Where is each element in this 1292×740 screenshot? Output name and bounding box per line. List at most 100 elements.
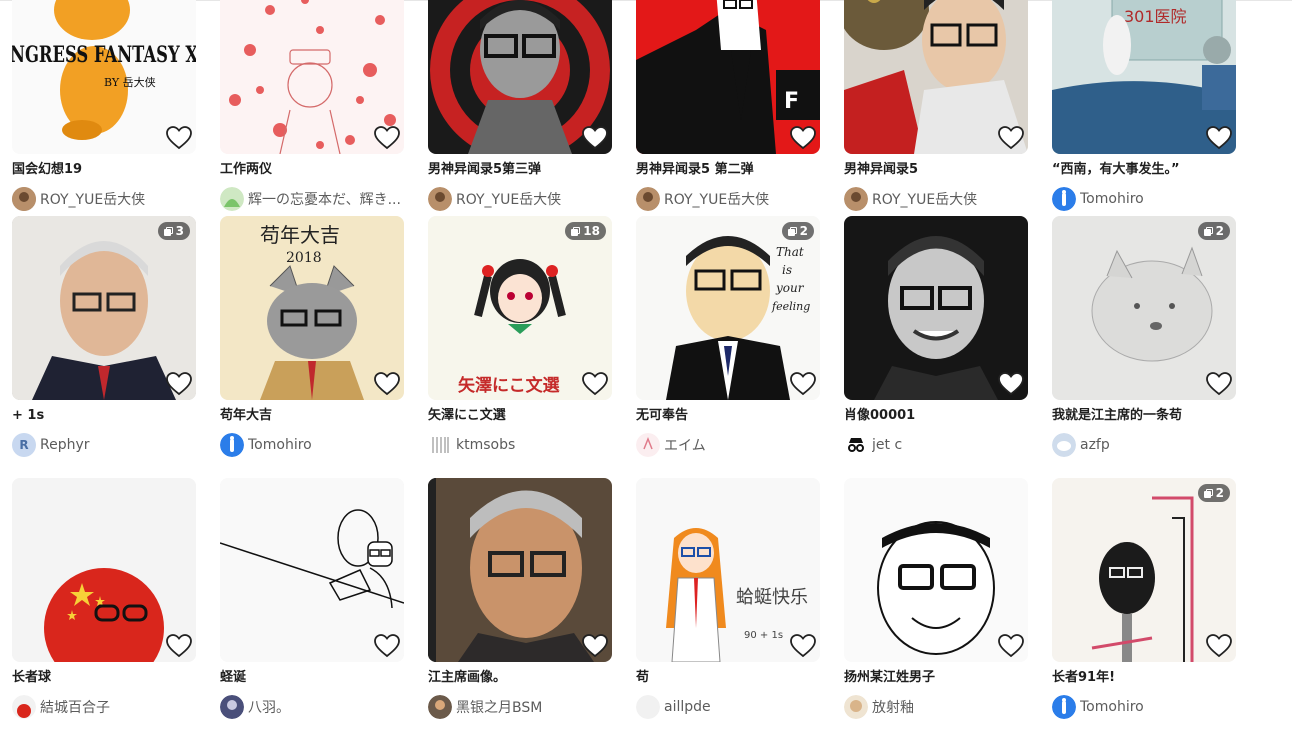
author-name[interactable]: 辉一の忘憂本だ、辉き... (248, 189, 401, 209)
author-name[interactable]: azfp (1080, 437, 1110, 453)
artwork-title[interactable]: 江主席画像。 (428, 669, 612, 687)
author-name[interactable]: ktmsobs (456, 437, 515, 453)
heart-icon[interactable] (1206, 126, 1232, 150)
artwork-thumbnail[interactable] (12, 478, 196, 662)
artwork-thumbnail[interactable]: 矢澤にこ文選 18 (428, 216, 612, 400)
artwork-title[interactable]: 男神异闻录5第三弹 (428, 161, 612, 179)
author[interactable]: 結城百合子 (12, 695, 196, 719)
avatar[interactable] (1052, 187, 1076, 211)
avatar[interactable] (12, 187, 36, 211)
author-name[interactable]: aillpde (664, 699, 711, 715)
artwork-title[interactable]: 我就是江主席的一条苟 (1052, 407, 1236, 425)
heart-icon[interactable] (582, 372, 608, 396)
author[interactable]: Tomohiro (1052, 695, 1236, 719)
artwork-card[interactable]: 苟年大吉 2018 苟年大吉 Tomohiro (220, 216, 404, 478)
artwork-title[interactable]: 蛏诞 (220, 669, 404, 687)
artwork-thumbnail[interactable] (844, 478, 1028, 662)
artwork-card[interactable]: F 男神异闻录5 第二弹 ROY_YUE岳大侠 (636, 0, 820, 216)
author-name[interactable]: Tomohiro (248, 437, 312, 453)
avatar[interactable] (428, 187, 452, 211)
artwork-thumbnail[interactable] (844, 0, 1028, 154)
artwork-title[interactable]: 长者球 (12, 669, 196, 687)
artwork-card[interactable]: 蛏诞 八羽。 (220, 478, 404, 740)
artwork-thumbnail[interactable] (428, 478, 612, 662)
heart-icon[interactable] (166, 634, 192, 658)
author[interactable]: Tomohiro (1052, 187, 1236, 211)
author-name[interactable]: ROY_YUE岳大侠 (40, 189, 145, 209)
author[interactable]: R Rephyr (12, 433, 196, 457)
author[interactable]: aillpde (636, 695, 820, 719)
artwork-title[interactable]: 苟 (636, 669, 820, 687)
artwork-card[interactable]: 男神异闻录5 ROY_YUE岳大侠 (844, 0, 1028, 216)
artwork-card[interactable]: 3 + 1s R Rephyr (12, 216, 196, 478)
artwork-card[interactable]: 男神异闻录5第三弹 ROY_YUE岳大侠 (428, 0, 612, 216)
artwork-card[interactable]: 矢澤にこ文選 18 矢澤にこ文選 ktmsobs (428, 216, 612, 478)
avatar[interactable] (844, 433, 868, 457)
heart-icon[interactable] (998, 634, 1024, 658)
artwork-card[interactable]: 2 长者91年! Tomohiro (1052, 478, 1236, 740)
artwork-thumbnail[interactable]: 蛤蜓快乐 90 + 1s (636, 478, 820, 662)
author-name[interactable]: ROY_YUE岳大侠 (872, 189, 977, 209)
artwork-title[interactable]: 无可奉告 (636, 407, 820, 425)
avatar[interactable] (844, 187, 868, 211)
heart-icon[interactable] (582, 126, 608, 150)
heart-icon[interactable] (166, 372, 192, 396)
artwork-card[interactable]: That is your feeling 2 无可奉告 エイム (636, 216, 820, 478)
artwork-thumbnail[interactable]: 2 (1052, 478, 1236, 662)
author[interactable]: ktmsobs (428, 433, 612, 457)
artwork-thumbnail[interactable] (220, 478, 404, 662)
artwork-thumbnail[interactable]: NGRESS FANTASY X BY 岳大侠 (12, 0, 196, 154)
avatar[interactable]: R (12, 433, 36, 457)
artwork-thumbnail[interactable] (428, 0, 612, 154)
artwork-card[interactable]: 2 我就是江主席的一条苟 azfp (1052, 216, 1236, 478)
artwork-card[interactable]: 工作两仪 辉一の忘憂本だ、辉き... (220, 0, 404, 216)
avatar[interactable] (844, 695, 868, 719)
artwork-card[interactable]: 扬州某江姓男子 放射釉 (844, 478, 1028, 740)
author[interactable]: 辉一の忘憂本だ、辉き... (220, 187, 404, 211)
avatar[interactable] (636, 433, 660, 457)
heart-icon[interactable] (998, 372, 1024, 396)
artwork-thumbnail[interactable]: 2 (1052, 216, 1236, 400)
artwork-title[interactable]: 长者91年! (1052, 669, 1236, 687)
artwork-thumbnail[interactable]: 301医院 (1052, 0, 1236, 154)
author[interactable]: エイム (636, 433, 820, 457)
artwork-title[interactable]: 苟年大吉 (220, 407, 404, 425)
avatar[interactable] (220, 433, 244, 457)
avatar[interactable] (428, 695, 452, 719)
artwork-card[interactable]: 301医院 “西南，有大事发生。” Tomohiro (1052, 0, 1236, 216)
artwork-thumbnail[interactable] (220, 0, 404, 154)
artwork-thumbnail[interactable]: F (636, 0, 820, 154)
heart-icon[interactable] (374, 634, 400, 658)
heart-icon[interactable] (790, 634, 816, 658)
heart-icon[interactable] (166, 126, 192, 150)
artwork-title[interactable]: “西南，有大事发生。” (1052, 161, 1236, 179)
author-name[interactable]: 放射釉 (872, 697, 914, 717)
artwork-thumbnail[interactable]: 苟年大吉 2018 (220, 216, 404, 400)
author-name[interactable]: Tomohiro (1080, 191, 1144, 207)
avatar[interactable] (428, 433, 452, 457)
author[interactable]: jet c (844, 433, 1028, 457)
heart-icon[interactable] (374, 126, 400, 150)
artwork-thumbnail[interactable]: 3 (12, 216, 196, 400)
avatar[interactable] (636, 695, 660, 719)
avatar[interactable] (636, 187, 660, 211)
artwork-title[interactable]: 男神异闻录5 (844, 161, 1028, 179)
artwork-card[interactable]: 蛤蜓快乐 90 + 1s 苟 aillpde (636, 478, 820, 740)
author[interactable]: Tomohiro (220, 433, 404, 457)
author-name[interactable]: 結城百合子 (40, 697, 110, 717)
author[interactable]: azfp (1052, 433, 1236, 457)
author-name[interactable]: エイム (664, 435, 706, 455)
avatar[interactable] (220, 187, 244, 211)
artwork-card[interactable]: 肖像00001 jet c (844, 216, 1028, 478)
heart-icon[interactable] (1206, 372, 1232, 396)
artwork-thumbnail[interactable]: That is your feeling 2 (636, 216, 820, 400)
artwork-title[interactable]: 男神异闻录5 第二弹 (636, 161, 820, 179)
artwork-title[interactable]: 肖像00001 (844, 407, 1028, 425)
author[interactable]: 黑银之月BSM (428, 695, 612, 719)
artwork-title[interactable]: 矢澤にこ文選 (428, 407, 612, 425)
avatar[interactable] (220, 695, 244, 719)
author-name[interactable]: ROY_YUE岳大侠 (456, 189, 561, 209)
heart-icon[interactable] (1206, 634, 1232, 658)
author[interactable]: ROY_YUE岳大侠 (12, 187, 196, 211)
artwork-card[interactable]: 江主席画像。 黑银之月BSM (428, 478, 612, 740)
